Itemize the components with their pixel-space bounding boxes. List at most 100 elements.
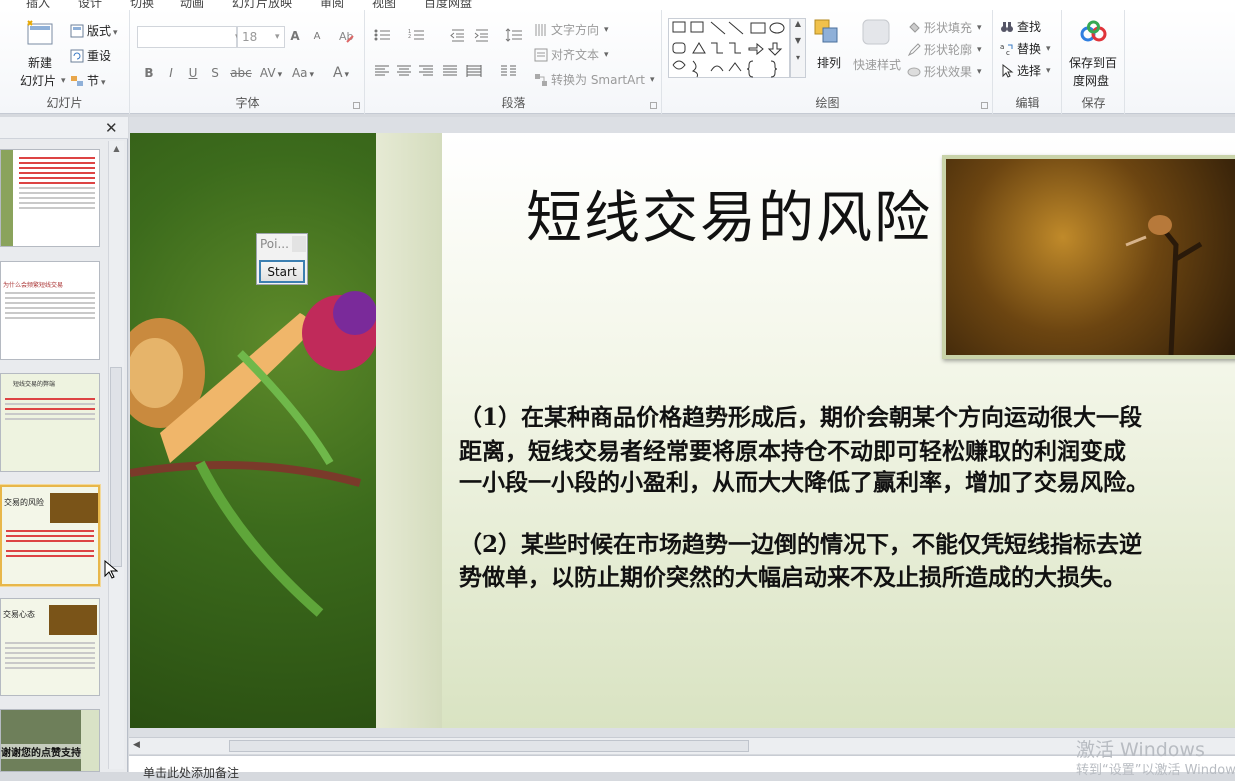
save-group: 保存到百 度网盘 保存 xyxy=(1063,10,1125,114)
font-color-button[interactable]: A xyxy=(329,65,353,81)
align-right-icon[interactable] xyxy=(416,64,436,81)
shrink-font-button[interactable]: A xyxy=(307,31,327,42)
shape-effects-button[interactable]: 形状效果 xyxy=(907,63,982,80)
tab-slideshow[interactable]: 幻灯片放映 xyxy=(232,0,292,8)
replace-button[interactable]: ac 替换 xyxy=(1000,40,1051,57)
snail-branch-photo xyxy=(942,155,1235,359)
smartart-button[interactable]: 转换为 SmartArt xyxy=(534,71,655,88)
horizontal-scrollbar[interactable]: ◀ xyxy=(129,737,1235,754)
scroll-left-icon[interactable]: ◀ xyxy=(133,740,140,750)
save-baidu-button[interactable]: 保存到百 xyxy=(1069,54,1117,71)
reset-icon xyxy=(70,49,84,63)
thumb-title: 谢谢您的点赞支持 xyxy=(1,744,81,759)
thumb-image xyxy=(50,493,98,523)
scroll-up-icon[interactable]: ▲ xyxy=(109,141,124,153)
align-left-icon[interactable] xyxy=(372,64,392,81)
paragraph-dialog-launcher-icon[interactable] xyxy=(650,102,657,109)
tab-animations[interactable]: 动画 xyxy=(180,0,204,8)
svg-text:a: a xyxy=(1000,43,1004,51)
font-group-label: 字体 xyxy=(235,96,260,110)
justify-icon[interactable] xyxy=(440,64,460,81)
shape-fill-button[interactable]: 形状填充 xyxy=(907,19,982,36)
bold-button[interactable]: B xyxy=(139,66,159,80)
horizontal-scroll-thumb[interactable] xyxy=(229,740,749,752)
arrange-button[interactable]: 排列 xyxy=(817,54,841,71)
increase-indent-icon[interactable] xyxy=(472,28,492,45)
reset-button[interactable]: 重设 xyxy=(70,47,111,64)
tab-view[interactable]: 视图 xyxy=(372,0,396,8)
font-dialog-launcher-icon[interactable] xyxy=(353,102,360,109)
activation-watermark-subtitle: 转到“设置”以激活 Windows xyxy=(1076,763,1235,778)
editing-group: 查找 ac 替换 选择 编辑 xyxy=(994,10,1062,114)
select-button[interactable]: 选择 xyxy=(1000,62,1051,79)
quick-styles-button[interactable]: 快速样式 xyxy=(853,56,901,73)
align-center-icon[interactable] xyxy=(394,64,414,81)
numbering-icon[interactable]: 12 xyxy=(406,28,432,45)
notes-pane[interactable]: 单击此处添加备注 xyxy=(129,755,1235,780)
slides-panel: ✕ 为什么会频繁短线交易 短线交易的弊端 交易的风险 交易心态 谢谢您的点赞支持… xyxy=(0,117,128,772)
slides-panel-scroll-thumb[interactable] xyxy=(110,367,122,567)
tab-transitions[interactable]: 切换 xyxy=(130,0,154,8)
paragraph-1-line-2[interactable]: 距离，短线交易者经常要将原本持仓不动即可轻松赚取的利润变成 xyxy=(459,435,1235,468)
menu-bar: 插入 设计 切换 动画 幻灯片放映 审阅 视图 百度网盘 xyxy=(0,0,1235,8)
slide-thumbnail-6[interactable]: 谢谢您的点赞支持 xyxy=(0,709,100,772)
clear-format-icon[interactable]: Ab xyxy=(337,28,357,47)
paragraph-2-line-1[interactable]: （2）某些时候在市场趋势一边倒的情况下，不能仅凭短线指标去逆 xyxy=(459,528,1235,561)
new-slide-button[interactable]: 新建 xyxy=(28,54,52,71)
tab-insert[interactable]: 插入 xyxy=(26,0,50,8)
popup-close-icon[interactable] xyxy=(292,236,306,252)
decrease-indent-icon[interactable] xyxy=(448,28,468,45)
gallery-more-icon[interactable]: ▾ xyxy=(791,53,805,62)
layout-icon xyxy=(70,24,84,38)
text-direction-button[interactable]: 文字方向 xyxy=(534,21,609,38)
paragraph-group: 12 文字方向 对齐文本 转换为 SmartArt 段落 xyxy=(366,10,662,114)
distributed-icon[interactable] xyxy=(464,64,484,81)
font-group: ▾ 18 ▾ A A Ab B I U S abc AV Aa A 字体 xyxy=(131,10,365,114)
strikethrough-button[interactable]: abc xyxy=(229,66,253,80)
underline-button[interactable]: U xyxy=(183,66,203,80)
new-slide-dropdown[interactable]: 幻灯片 xyxy=(20,72,66,89)
shape-outline-button[interactable]: 形状轮廓 xyxy=(907,41,982,58)
decorative-strip xyxy=(376,133,442,728)
shadow-button[interactable]: S xyxy=(205,66,225,80)
bullets-icon[interactable] xyxy=(372,28,398,45)
close-panel-icon[interactable]: ✕ xyxy=(105,119,118,137)
font-size-chevron-icon[interactable]: ▾ xyxy=(275,26,280,48)
slide-title[interactable]: 短线交易的风险 xyxy=(526,173,932,254)
line-spacing-icon[interactable] xyxy=(504,28,524,45)
slide-thumbnail-1[interactable] xyxy=(0,149,100,247)
notes-placeholder[interactable]: 单击此处添加备注 xyxy=(143,764,239,781)
columns-icon[interactable] xyxy=(498,64,524,81)
change-case-button[interactable]: Aa xyxy=(289,66,317,80)
drawing-dialog-launcher-icon[interactable] xyxy=(981,102,988,109)
find-button[interactable]: 查找 xyxy=(1000,18,1041,35)
paragraph-1-line-1[interactable]: （1）在某种商品价格趋势形成后，期价会朝某个方向运动很大一段 xyxy=(459,401,1235,434)
font-name-field[interactable] xyxy=(137,26,237,48)
thumb-image xyxy=(1,150,13,246)
section-button[interactable]: 节 xyxy=(70,72,106,89)
mouse-cursor-icon xyxy=(104,559,119,583)
layout-button[interactable]: 版式 xyxy=(70,22,118,39)
align-text-button[interactable]: 对齐文本 xyxy=(534,46,609,63)
char-spacing-button[interactable]: AV xyxy=(257,66,285,80)
slide-thumbnail-5[interactable]: 交易心态 xyxy=(0,598,100,696)
slide-thumbnail-2[interactable]: 为什么会频繁短线交易 xyxy=(0,261,100,360)
paragraph-1-line-3[interactable]: 一小段一小段的小盈利，从而大大降低了赢利率，增加了交易风险。 xyxy=(459,466,1235,499)
italic-button[interactable]: I xyxy=(161,66,181,80)
grow-font-button[interactable]: A xyxy=(285,29,305,43)
svg-text:c: c xyxy=(1006,49,1010,56)
slide-thumbnail-3[interactable]: 短线交易的弊端 xyxy=(0,373,100,472)
shapes-gallery[interactable] xyxy=(668,18,790,78)
tab-design[interactable]: 设计 xyxy=(78,0,102,8)
start-button[interactable]: Start xyxy=(259,260,305,283)
scroll-down-icon[interactable]: ▼ xyxy=(791,36,805,45)
tab-review[interactable]: 审阅 xyxy=(320,0,344,8)
tab-baidu[interactable]: 百度网盘 xyxy=(424,0,472,8)
save-group-label: 保存 xyxy=(1081,96,1106,110)
paragraph-2-line-2[interactable]: 势做单，以防止期价突然的大幅启动来不及止损所造成的大损失。 xyxy=(459,561,1235,594)
scroll-up-icon[interactable]: ▲ xyxy=(791,19,805,28)
slide-thumbnail-4[interactable]: 交易的风险 xyxy=(0,485,100,586)
shapes-gallery-scrollbar[interactable]: ▲ ▼ ▾ xyxy=(790,18,806,78)
text-direction-icon xyxy=(534,23,548,37)
save-baidu-button-line2[interactable]: 度网盘 xyxy=(1073,72,1109,89)
